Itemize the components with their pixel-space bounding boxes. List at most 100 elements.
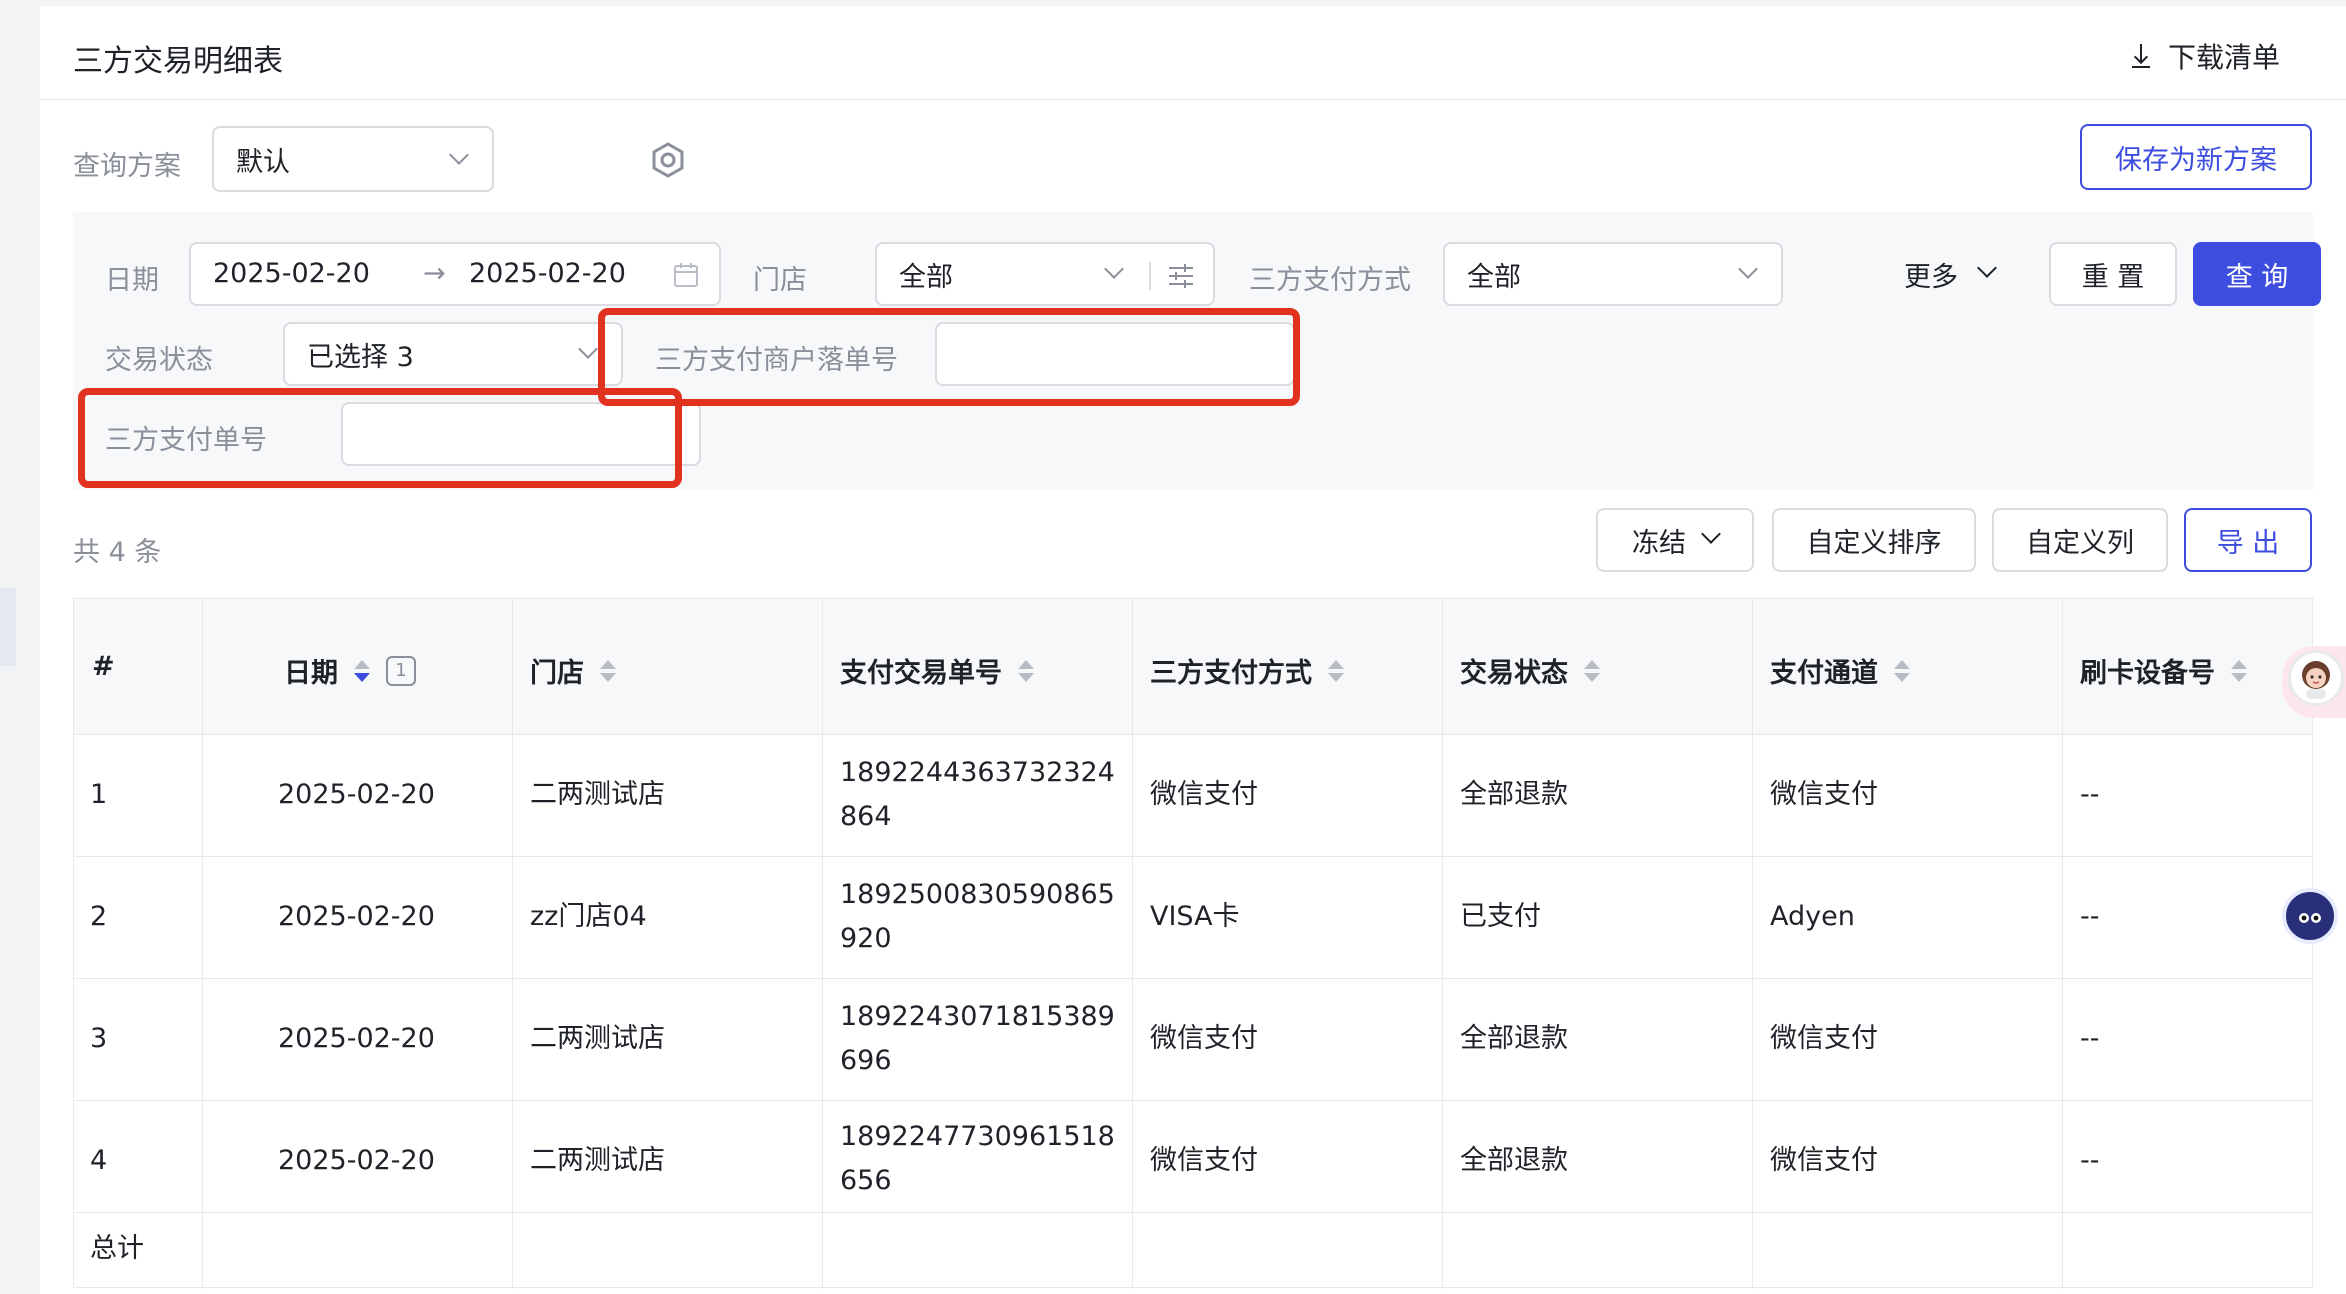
store-select[interactable]: 全部 [875,242,1215,306]
page-title: 三方交易明细表 [73,44,283,79]
cell-pay-method: 微信支付 [1150,1145,1258,1176]
cell-index: 4 [90,1145,108,1176]
cell-txn-no-cont: 864 [840,801,892,832]
assistant-avatar-button[interactable] [2282,646,2346,718]
download-label: 下载清单 [2167,41,2280,74]
col-header-status[interactable]: 交易状态 [1460,651,1600,690]
transactions-table: # 日期 1 门店 支付交易单号 三方支付方式 交易状态 支付通道 刷卡设备号 … [73,598,2313,1289]
cell-store: 二两测试店 [530,1023,665,1054]
cell-txn-no: 1892247730961518 [840,1121,1115,1152]
highlight-pay-no [78,388,682,488]
chevron-down-icon [1701,524,1721,544]
cell-pay-method: 微信支付 [1150,1023,1258,1054]
cell-pay-method: VISA卡 [1150,901,1240,932]
col-header-txn-no[interactable]: 支付交易单号 [840,651,1034,690]
table-row[interactable]: 4 2025-02-20 二两测试店 1892247730961518 656 … [74,1101,2312,1213]
scheme-select[interactable]: 默认 [212,126,494,192]
cell-index: 2 [90,901,108,932]
filter-sliders-icon[interactable] [1167,262,1195,290]
col-header-channel[interactable]: 支付通道 [1770,651,1910,690]
page-header: 三方交易明细表 下载清单 [40,6,2346,100]
settings-icon[interactable] [648,140,688,180]
chevron-down-icon [578,339,598,359]
col-header-pay-method[interactable]: 三方支付方式 [1150,651,1344,690]
chatbot-icon[interactable] [2282,888,2338,944]
cell-date: 2025-02-20 [278,1145,435,1176]
chevron-down-icon [449,145,469,165]
date-range-picker[interactable]: 2025-02-20 → 2025-02-20 [189,242,721,306]
sort-icon[interactable] [1018,659,1034,682]
store-label: 门店 [753,265,807,296]
cell-txn-no-cont: 656 [840,1165,892,1196]
page-gutter [0,0,16,1294]
avatar-icon [2288,650,2344,706]
cell-txn-no-cont: 696 [840,1045,892,1076]
cell-device: -- [2080,1145,2100,1176]
chevron-down-icon [1738,259,1758,279]
sort-icon[interactable] [600,659,616,682]
query-button[interactable]: 查 询 [2193,242,2321,306]
sort-icon[interactable] [354,659,370,682]
cell-txn-no-cont: 920 [840,923,892,954]
date-arrow: → [423,258,446,289]
calendar-icon [674,263,698,287]
cell-device: -- [2080,779,2100,810]
cell-status: 全部退款 [1460,1023,1568,1054]
freeze-label: 冻结 [1632,527,1686,559]
cell-channel: 微信支付 [1770,1023,1878,1054]
col-header-device[interactable]: 刷卡设备号 [2080,651,2247,690]
table-row[interactable]: 3 2025-02-20 二两测试店 1892243071815389 696 … [74,979,2312,1101]
cell-store: zz门店04 [530,901,647,932]
col-header-date[interactable]: 日期 1 [284,651,416,690]
export-button[interactable]: 导 出 [2184,508,2312,572]
cell-index: 3 [90,1023,108,1054]
cell-device: -- [2080,901,2100,932]
highlight-merchant-order [598,308,1300,406]
pay-method-select[interactable]: 全部 [1443,242,1783,306]
save-new-scheme-button[interactable]: 保存为新方案 [2080,124,2312,190]
status-value: 已选择 3 [307,341,414,373]
cell-date: 2025-02-20 [278,1023,435,1054]
status-select[interactable]: 已选择 3 [283,322,623,386]
download-list-button[interactable]: 下载清单 [2128,36,2280,76]
cell-index: 1 [90,779,108,810]
sort-icon[interactable] [2231,659,2247,682]
more-filters-button[interactable]: 更多 [1887,242,2011,306]
col-header-index: # [92,651,115,682]
scheme-label: 查询方案 [73,151,181,182]
cell-pay-method: 微信支付 [1150,779,1258,810]
date-start: 2025-02-20 [213,258,370,289]
cell-txn-no: 1892243071815389 [840,1001,1115,1032]
chevron-down-icon [1977,258,1997,278]
date-end: 2025-02-20 [469,258,626,289]
status-label: 交易状态 [105,345,213,376]
custom-sort-button[interactable]: 自定义排序 [1772,508,1976,572]
cell-txn-no: 1892500830590865 [840,879,1115,910]
freeze-button[interactable]: 冻结 [1596,508,1754,572]
cell-date: 2025-02-20 [278,901,435,932]
cell-channel: Adyen [1770,901,1855,932]
date-label: 日期 [105,265,159,296]
cell-channel: 微信支付 [1770,779,1878,810]
custom-columns-button[interactable]: 自定义列 [1992,508,2168,572]
table-row[interactable]: 2 2025-02-20 zz门店04 1892500830590865 920… [74,857,2312,979]
cell-device: -- [2080,1023,2100,1054]
sort-icon[interactable] [1894,659,1910,682]
table-total-row: 总计 [74,1213,2312,1289]
download-icon [2128,42,2154,70]
total-count: 共 4 条 [73,537,162,568]
cell-store: 二两测试店 [530,1145,665,1176]
reset-button[interactable]: 重 置 [2049,242,2177,306]
cell-channel: 微信支付 [1770,1145,1878,1176]
col-header-store[interactable]: 门店 [530,651,616,690]
sort-icon[interactable] [1328,659,1344,682]
cell-store: 二两测试店 [530,779,665,810]
cell-date: 2025-02-20 [278,779,435,810]
table-row[interactable]: 1 2025-02-20 二两测试店 1892244363732324 864 … [74,735,2312,857]
side-nav-marker [0,588,16,666]
sort-order-badge: 1 [386,655,416,686]
chevron-down-icon [1104,259,1124,279]
more-label: 更多 [1904,261,1958,293]
total-label: 总计 [90,1233,144,1264]
sort-icon[interactable] [1584,659,1600,682]
